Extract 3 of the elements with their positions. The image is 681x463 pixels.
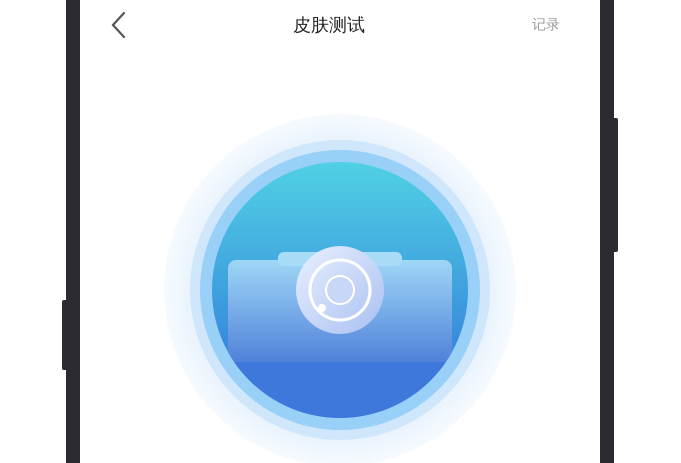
back-icon[interactable] [110, 11, 126, 39]
records-link[interactable]: 记录 [532, 16, 560, 34]
page-title: 皮肤测试 [292, 14, 366, 37]
